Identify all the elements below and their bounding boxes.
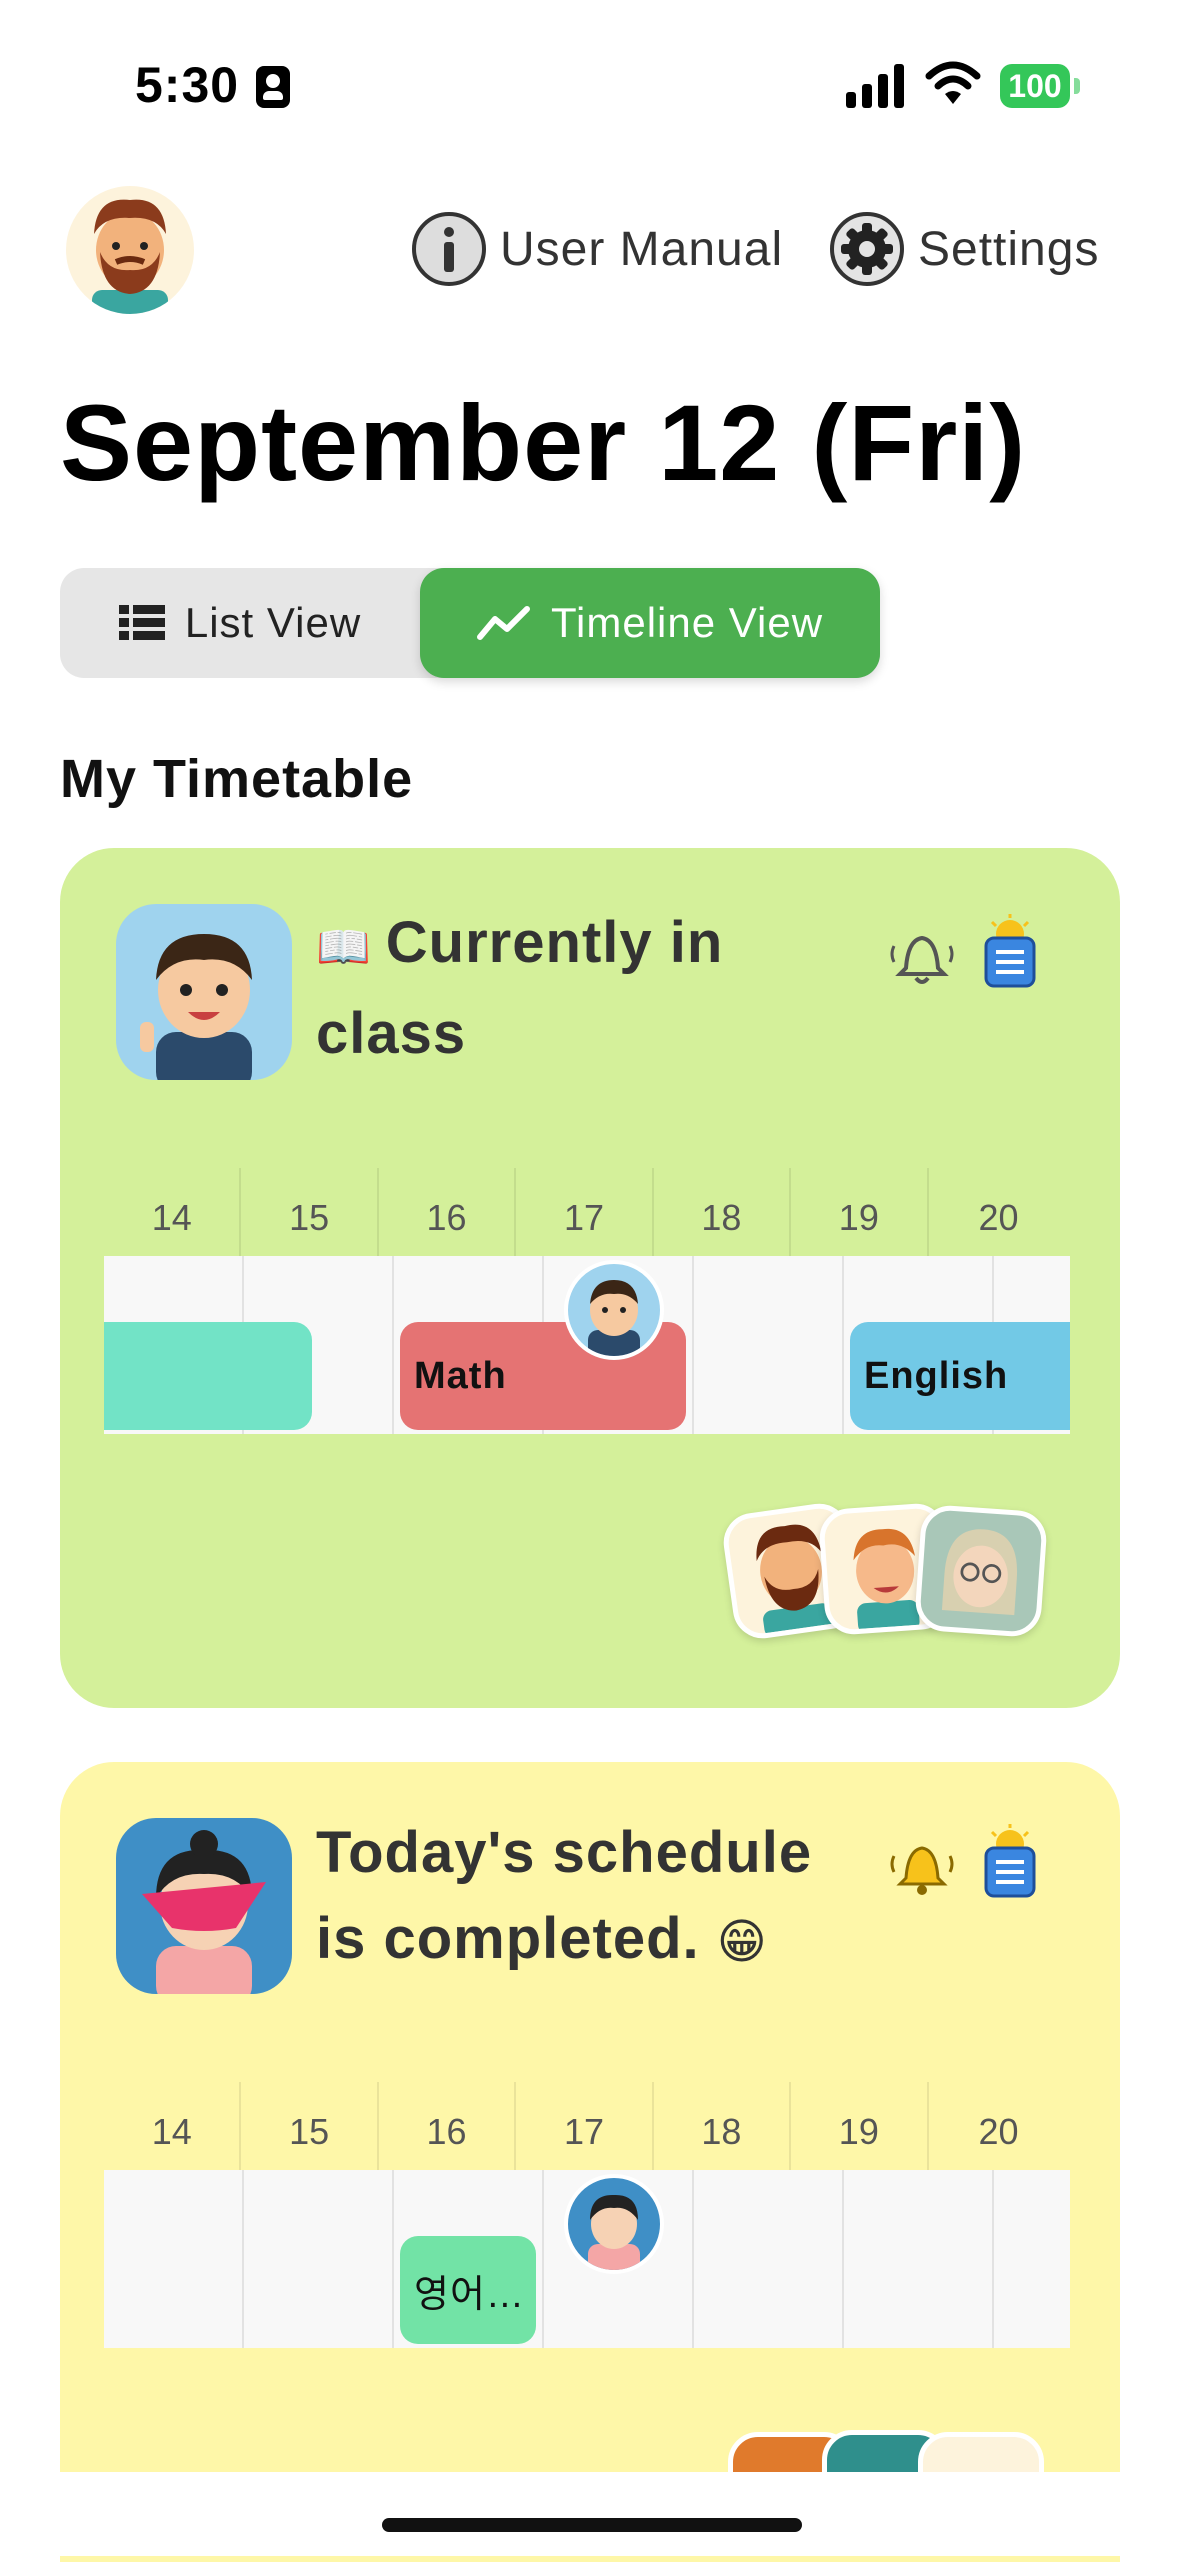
bottom-safe-area [0, 2472, 1179, 2556]
class-card-2[interactable]: Today's schedule is completed. 😁 14 15 1… [60, 1762, 1120, 2562]
user-manual-button[interactable]: User Manual [412, 212, 783, 286]
class-block[interactable] [104, 1322, 312, 1430]
list-icon [118, 605, 165, 640]
hour-tick: 14 [104, 2082, 242, 2182]
book-emoji-icon: 📖 [316, 923, 372, 972]
hour-tick: 20 [978, 2111, 1019, 2152]
settings-label: Settings [918, 222, 1100, 276]
id-card-icon [256, 66, 290, 108]
hour-tick: 19 [791, 1168, 929, 1268]
battery-indicator: 100 [1000, 64, 1070, 108]
bell-icon[interactable] [886, 1834, 958, 1900]
hour-tick: 14 [104, 1168, 242, 1268]
signal-icon [846, 60, 906, 108]
girl-avatar [116, 1818, 292, 1994]
section-title: My Timetable [60, 749, 414, 809]
trend-line-icon [476, 606, 530, 640]
boy-avatar-icon [588, 1280, 640, 1356]
hour-tick: 18 [654, 2082, 792, 2182]
hour-tick: 15 [241, 2082, 379, 2182]
bearded-man-avatar-icon [92, 199, 168, 314]
date-title: September 12 (Fri) [60, 382, 1027, 503]
girl-avatar-icon [588, 2194, 640, 2270]
hour-tick: 15 [241, 1168, 379, 1268]
girl-avatar-icon [142, 1830, 266, 1994]
current-time-marker [564, 2174, 664, 2274]
class-card-1[interactable]: 📖 Currently in class 14 15 16 17 18 19 20… [60, 848, 1120, 1708]
woman-glasses-avatar-icon [941, 1529, 1018, 1616]
settings-button[interactable]: Settings [830, 212, 1099, 286]
list-view-label: List View [184, 599, 362, 646]
card-status: 📖 Currently in class [316, 900, 796, 1077]
member-avatar[interactable] [913, 1503, 1049, 1639]
checklist-idea-icon[interactable] [980, 914, 1040, 990]
gear-icon [830, 212, 904, 286]
class-block-english[interactable]: English [850, 1322, 1070, 1430]
hour-axis: 14 15 16 17 18 19 20 [104, 1168, 1070, 1268]
class-block-english-korean[interactable]: 영어… [400, 2236, 536, 2344]
current-time-marker [564, 1260, 664, 1360]
wifi-icon [925, 61, 981, 104]
hour-tick: 17 [516, 2082, 654, 2182]
bell-outline-icon[interactable] [886, 924, 958, 990]
list-view-button[interactable]: List View [60, 568, 420, 678]
timeline-view-label: Timeline View [550, 599, 824, 646]
timeline-view-button[interactable]: Timeline View [420, 568, 880, 678]
boy-avatar [116, 904, 292, 1080]
hour-tick: 20 [978, 1197, 1019, 1238]
hour-tick: 16 [379, 2082, 517, 2182]
grin-emoji-icon: 😁 [716, 1916, 768, 1969]
card-status: Today's schedule is completed. 😁 [316, 1810, 876, 1986]
boy-peace-avatar-icon [140, 934, 252, 1080]
hour-tick: 18 [654, 1168, 792, 1268]
hour-tick: 17 [516, 1168, 654, 1268]
hour-tick: 16 [379, 1168, 517, 1268]
user-manual-label: User Manual [500, 222, 784, 276]
home-indicator[interactable] [382, 2518, 802, 2532]
battery-tip [1074, 78, 1080, 94]
hour-axis: 14 15 16 17 18 19 20 [104, 2082, 1070, 2182]
profile-avatar[interactable] [66, 186, 194, 314]
info-icon [412, 212, 486, 286]
checklist-idea-icon[interactable] [980, 1824, 1040, 1900]
status-time: 5:30 [135, 57, 240, 113]
card-status-text: Currently in class [316, 910, 724, 1066]
hour-tick: 19 [791, 2082, 929, 2182]
